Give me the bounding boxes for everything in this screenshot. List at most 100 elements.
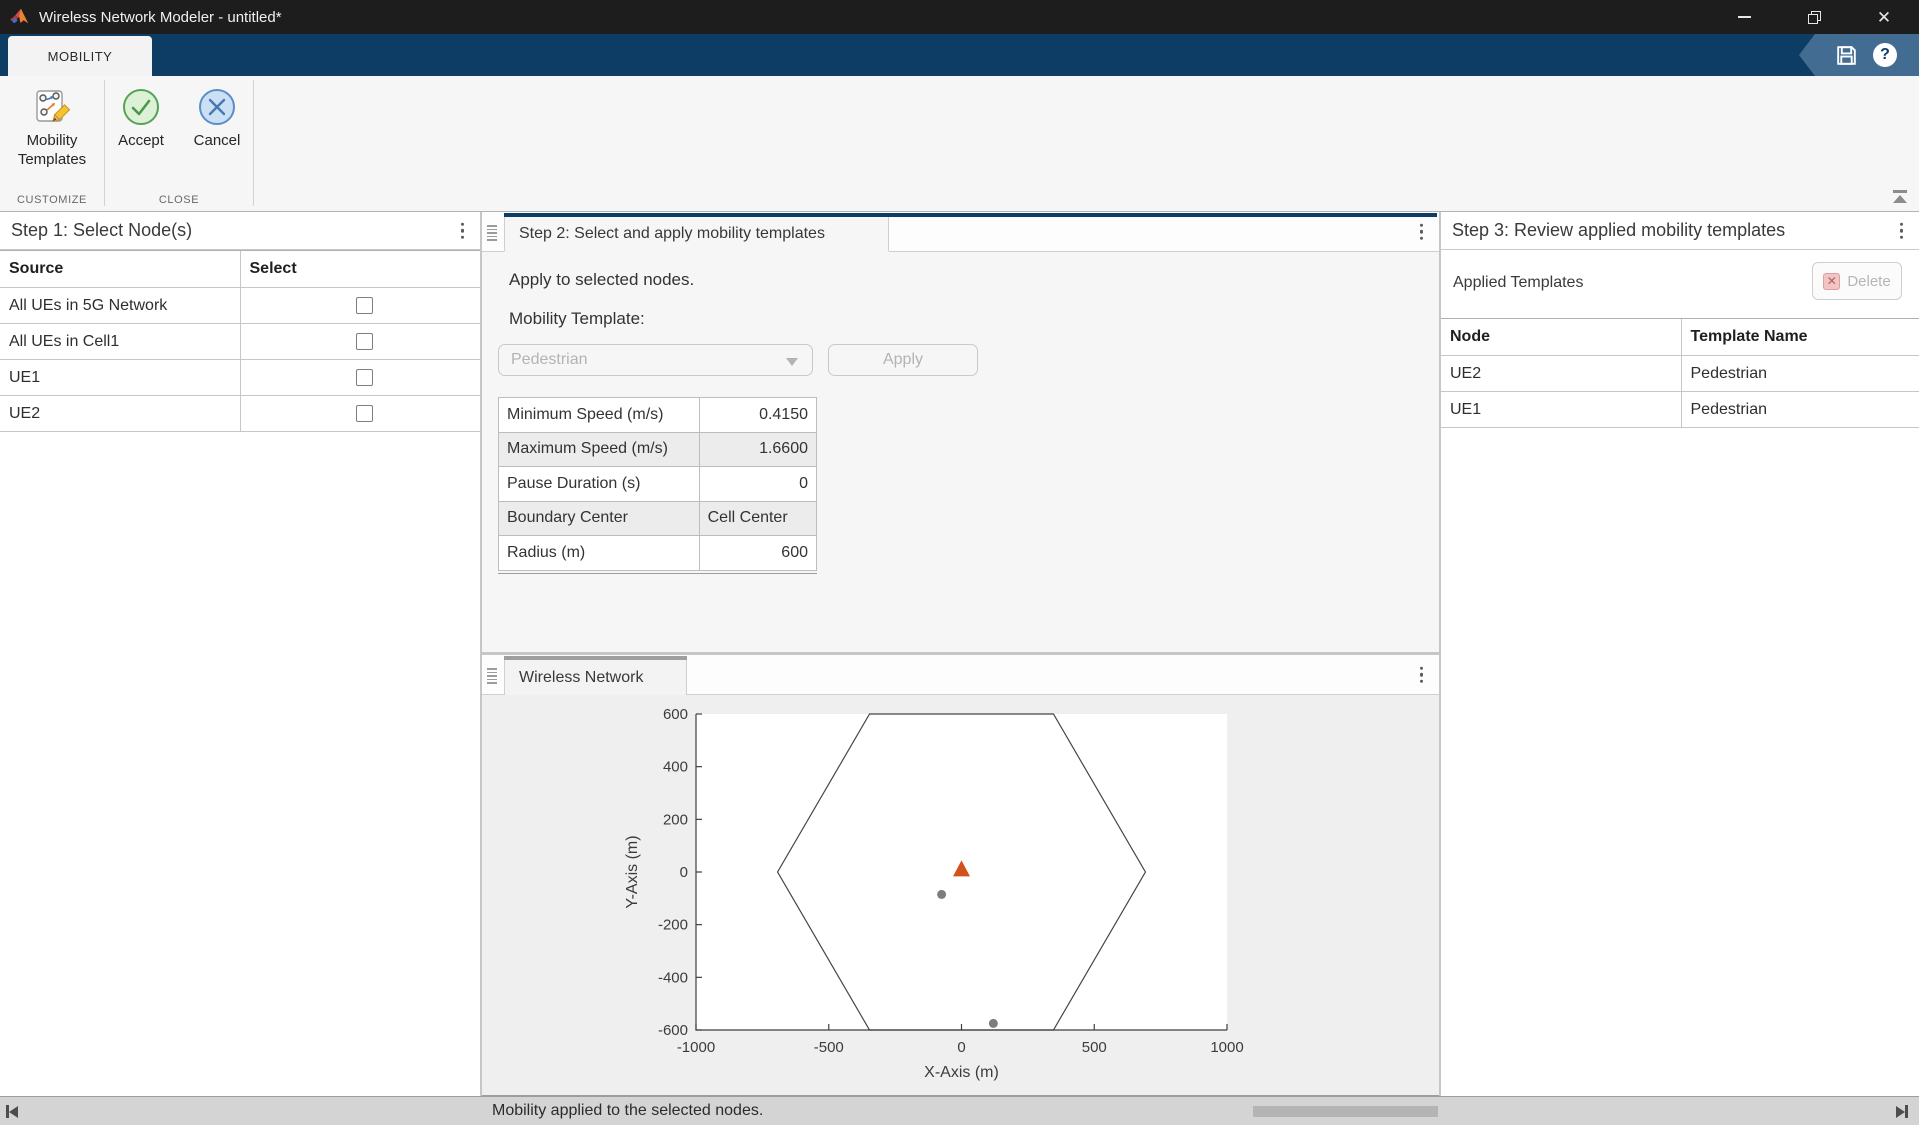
parameter-row: Pause Duration (s)0	[499, 467, 817, 502]
group-label-customize: CUSTOMIZE	[0, 194, 104, 206]
parameter-value[interactable]: 600	[699, 536, 816, 571]
parameter-value[interactable]: 1.6600	[699, 432, 816, 467]
step2-menu-icon[interactable]	[1420, 223, 1424, 240]
column-header-template-name: Template Name	[1681, 319, 1919, 356]
window-title: Wireless Network Modeler - untitled*	[39, 9, 282, 26]
parameter-name: Maximum Speed (m/s)	[499, 432, 700, 467]
node-source-row[interactable]: UE2	[0, 396, 480, 432]
delete-button[interactable]: ✕ Delete	[1812, 262, 1902, 300]
toolbar-divider	[253, 80, 254, 206]
wireless-network-menu-icon[interactable]	[1420, 666, 1424, 683]
step1-panel: Step 1: Select Node(s) Source Select All…	[0, 212, 480, 1096]
step3-panel: Step 3: Review applied mobility template…	[1441, 212, 1919, 1096]
select-checkbox[interactable]	[356, 297, 373, 314]
cancel-button[interactable]: Cancel	[184, 85, 250, 150]
step3-title: Step 3: Review applied mobility template…	[1452, 220, 1785, 241]
parameter-value[interactable]: 0	[699, 467, 816, 502]
y-tick-label: -600	[658, 1022, 688, 1039]
tab-step2[interactable]: Step 2: Select and apply mobility templa…	[504, 217, 889, 252]
help-icon[interactable]: ?	[1873, 43, 1897, 67]
mobility-template-dropdown[interactable]: Pedestrian	[498, 344, 813, 376]
cancel-x-icon	[197, 87, 237, 127]
wireless-network-panel: Wireless Network -600-400-2000200400600-…	[482, 655, 1439, 1096]
applied-template-row[interactable]: UE1Pedestrian	[1441, 392, 1919, 428]
table-underline	[498, 573, 817, 574]
column-header-source: Source	[0, 251, 240, 288]
ue-marker[interactable]	[989, 1019, 998, 1028]
apply-button[interactable]: Apply	[828, 344, 978, 376]
cancel-label: Cancel	[194, 131, 241, 150]
group-label-close: CLOSE	[105, 194, 253, 206]
parameter-name: Minimum Speed (m/s)	[499, 398, 700, 433]
applied-template-row[interactable]: UE2Pedestrian	[1441, 356, 1919, 392]
titlebar: Wireless Network Modeler - untitled* ✕	[0, 0, 1919, 34]
step2-tabbar: Step 2: Select and apply mobility templa…	[482, 212, 1439, 252]
step1-menu-icon[interactable]	[461, 222, 465, 239]
parameter-name: Pause Duration (s)	[499, 467, 700, 502]
mobility-templates-label: Mobility Templates	[6, 131, 98, 169]
parameter-value[interactable]: Cell Center	[699, 501, 816, 536]
select-checkbox[interactable]	[356, 405, 373, 422]
close-icon: ✕	[1877, 9, 1891, 26]
step1-title: Step 1: Select Node(s)	[11, 220, 192, 241]
parameter-name: Boundary Center	[499, 501, 700, 536]
horizontal-scrollbar-thumb[interactable]	[1253, 1106, 1438, 1117]
template-parameter-table: Minimum Speed (m/s)0.4150Maximum Speed (…	[498, 397, 817, 571]
step1-panel-header: Step 1: Select Node(s)	[0, 212, 480, 250]
matlab-logo-icon	[9, 6, 31, 28]
y-tick-label: 400	[663, 759, 688, 776]
restore-icon	[1808, 11, 1821, 24]
tab-wireless-network[interactable]: Wireless Network	[504, 660, 687, 695]
delete-x-icon: ✕	[1823, 273, 1840, 290]
status-bar: Mobility applied to the selected nodes.	[0, 1096, 1919, 1125]
ue-marker[interactable]	[937, 890, 946, 899]
close-button[interactable]: ✕	[1849, 0, 1919, 34]
restore-button[interactable]	[1779, 0, 1849, 34]
network-plot: -600-400-2000200400600-1000-50005001000X…	[482, 695, 1439, 1096]
select-checkbox[interactable]	[356, 333, 373, 350]
applied-templates-label: Applied Templates	[1453, 274, 1583, 292]
select-cell	[240, 396, 480, 432]
status-message: Mobility applied to the selected nodes.	[492, 1102, 763, 1120]
source-cell: All UEs in 5G Network	[0, 288, 240, 324]
template-name-cell: Pedestrian	[1681, 392, 1919, 428]
node-source-row[interactable]: All UEs in 5G Network	[0, 288, 480, 324]
node-cell: UE2	[1441, 356, 1681, 392]
collapse-ribbon-button[interactable]	[1892, 190, 1908, 203]
panel-drag-handle-icon[interactable]	[487, 225, 497, 241]
accept-check-icon	[121, 87, 161, 127]
parameter-row: Boundary CenterCell Center	[499, 501, 817, 536]
panel-drag-handle-icon[interactable]	[487, 668, 497, 684]
source-cell: All UEs in Cell1	[0, 324, 240, 360]
minimize-button[interactable]	[1709, 0, 1779, 34]
middle-column: Step 2: Select and apply mobility templa…	[482, 212, 1439, 1096]
x-axis-label: X-Axis (m)	[924, 1064, 999, 1081]
collapse-right-panel-icon[interactable]	[1896, 1104, 1914, 1119]
select-cell	[240, 324, 480, 360]
y-tick-label: 0	[680, 864, 688, 881]
accept-label: Accept	[118, 131, 164, 150]
select-checkbox[interactable]	[356, 369, 373, 386]
main-area: Step 1: Select Node(s) Source Select All…	[0, 212, 1919, 1096]
toolbar-group-customize: Mobility Templates CUSTOMIZE	[0, 76, 104, 211]
collapse-left-panel-icon[interactable]	[6, 1104, 24, 1119]
step3-menu-icon[interactable]	[1900, 222, 1904, 239]
select-cell	[240, 288, 480, 324]
save-icon[interactable]	[1834, 43, 1859, 68]
mobility-template-value: Pedestrian	[511, 351, 588, 369]
source-cell: UE1	[0, 360, 240, 396]
accept-button[interactable]: Accept	[108, 85, 174, 150]
template-parameters: Minimum Speed (m/s)0.4150Maximum Speed (…	[498, 397, 817, 574]
node-source-row[interactable]: UE1	[0, 360, 480, 396]
mobility-template-label: Mobility Template:	[509, 309, 645, 329]
x-tick-label: -1000	[677, 1039, 715, 1056]
tab-mobility[interactable]: MOBILITY	[8, 36, 152, 76]
x-tick-label: 500	[1082, 1039, 1107, 1056]
mobility-templates-icon	[32, 87, 72, 127]
parameter-value[interactable]: 0.4150	[699, 398, 816, 433]
node-source-row[interactable]: All UEs in Cell1	[0, 324, 480, 360]
ribbon-toolbar: Mobility Templates CUSTOMIZE Accept	[0, 76, 1919, 212]
mobility-templates-button[interactable]: Mobility Templates	[6, 85, 98, 169]
delete-label: Delete	[1847, 273, 1890, 290]
minimize-icon	[1738, 16, 1751, 18]
